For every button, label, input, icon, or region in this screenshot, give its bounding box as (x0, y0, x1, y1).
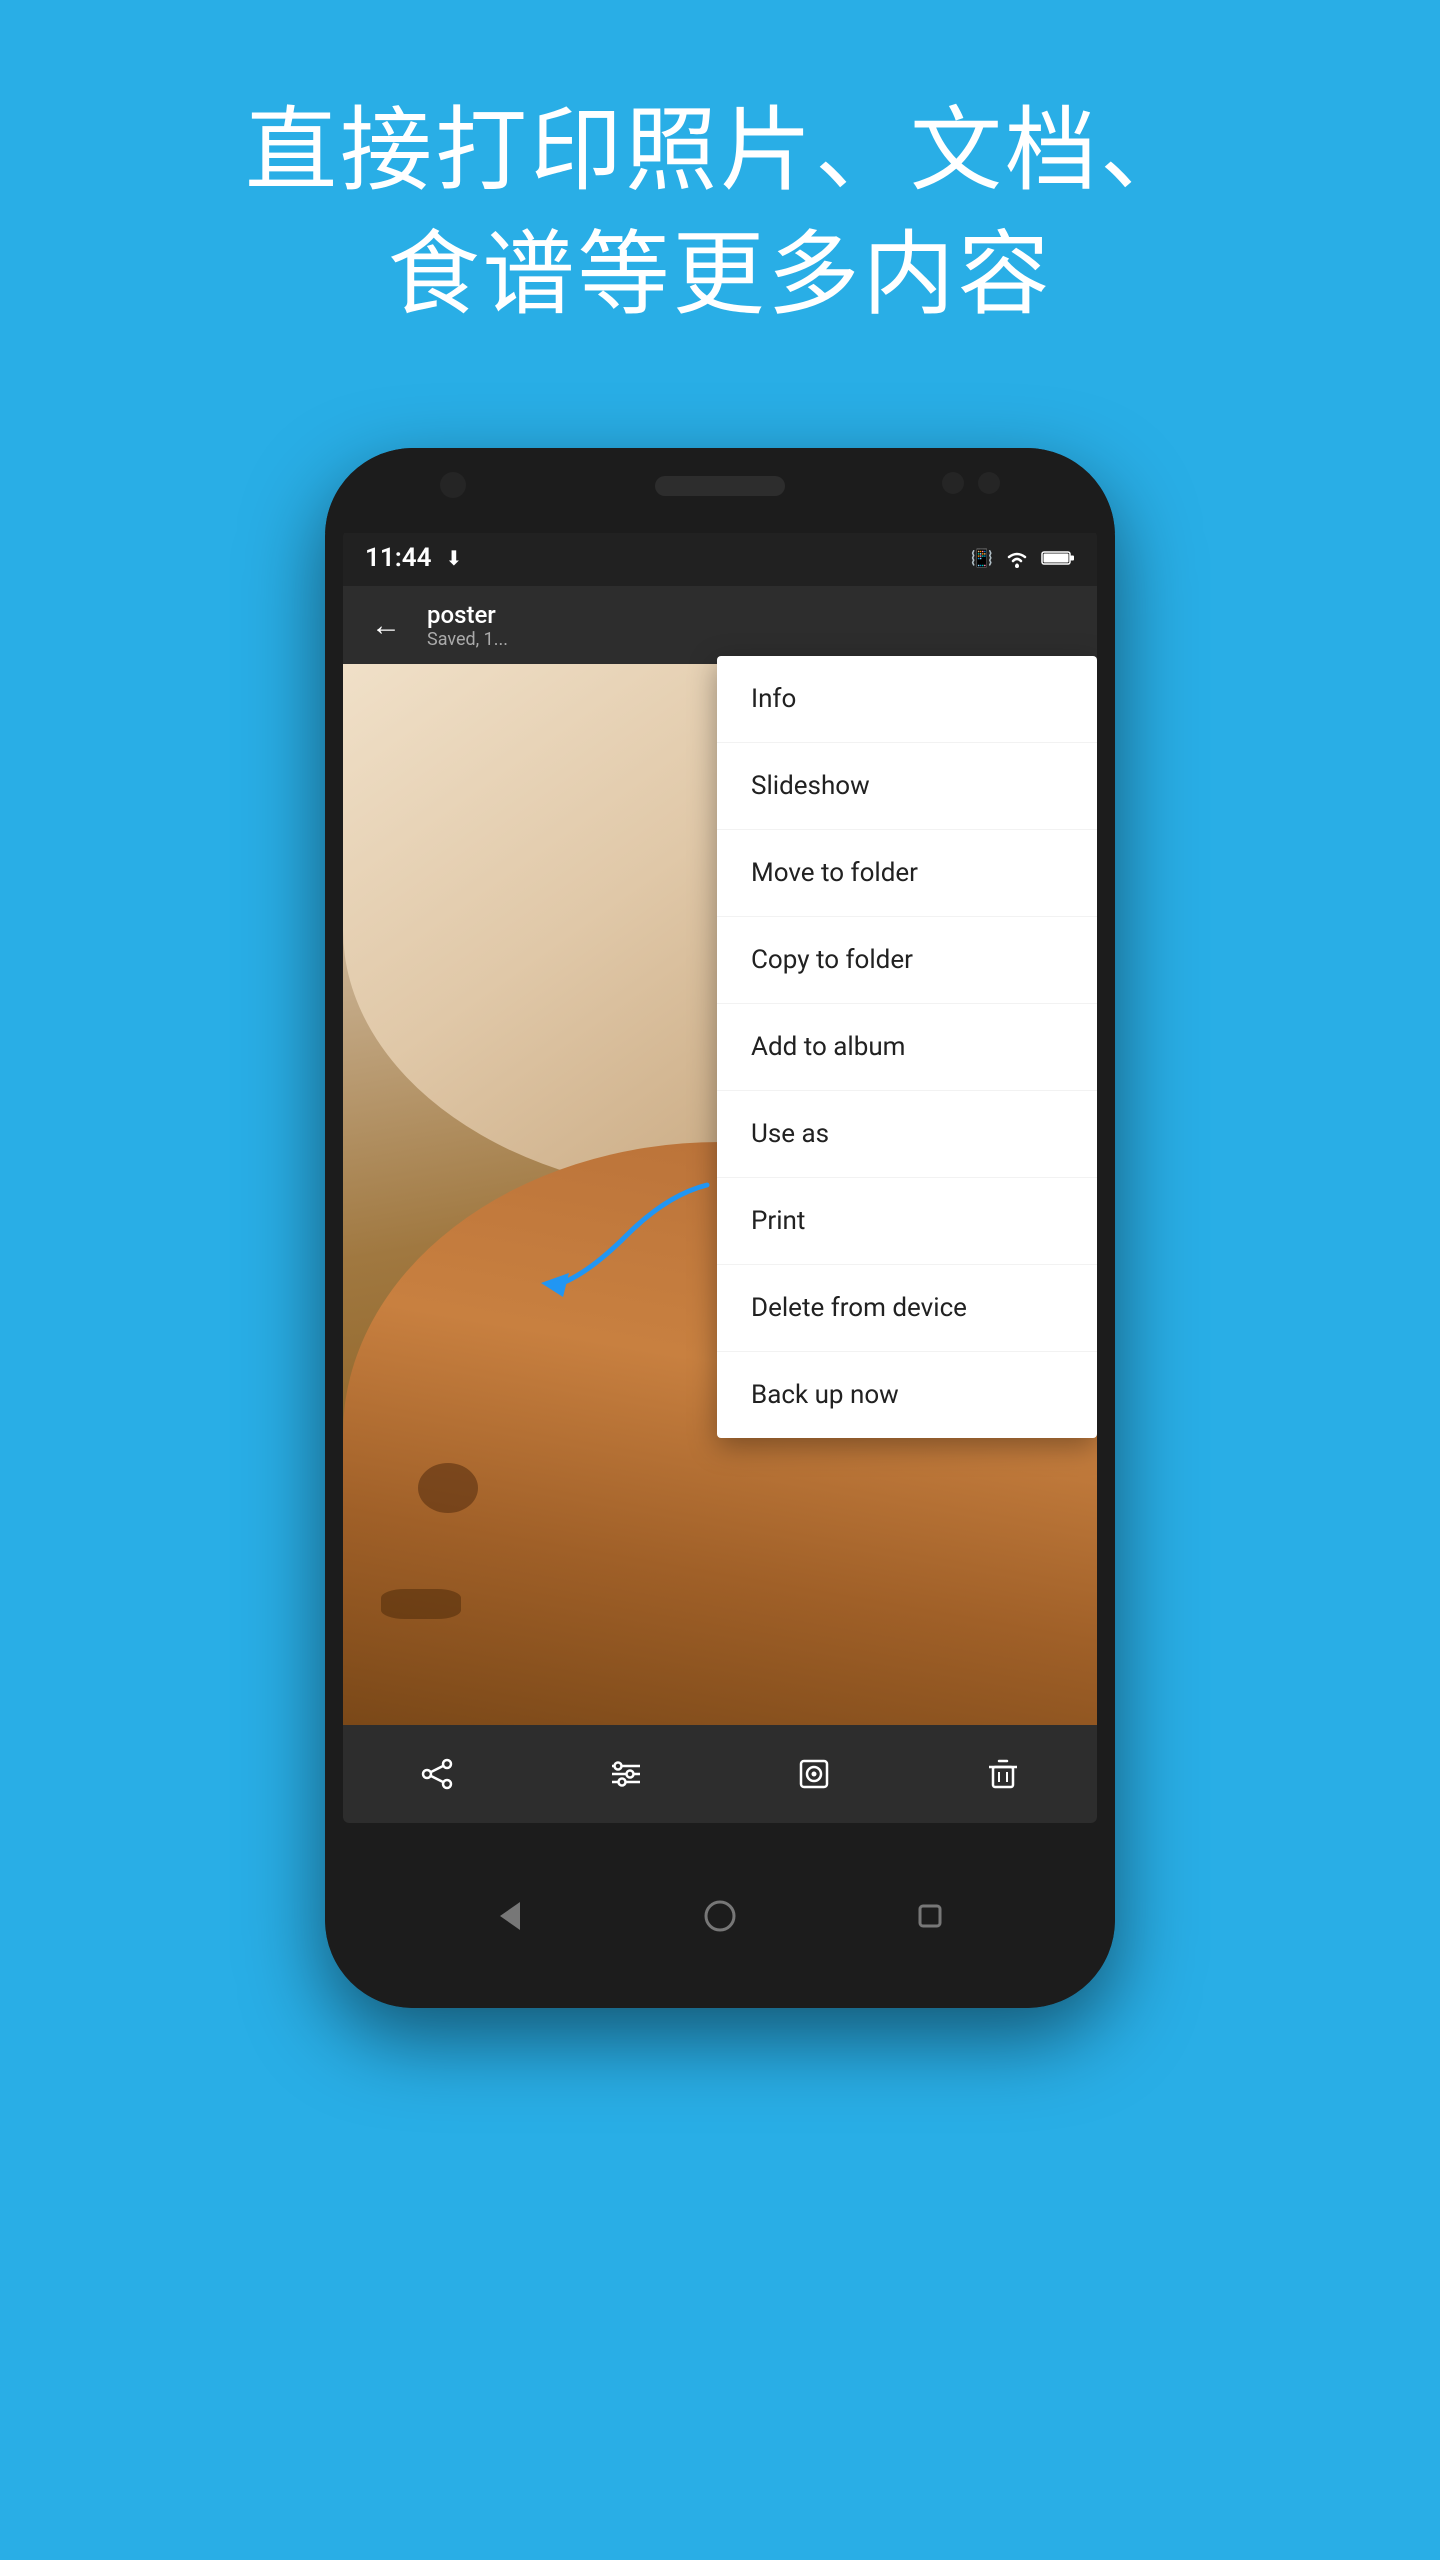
menu-item-add-to-album[interactable]: Add to album (717, 1004, 1097, 1091)
menu-item-use-as[interactable]: Use as (717, 1091, 1097, 1178)
share-icon[interactable] (419, 1756, 455, 1792)
copy-icon[interactable] (796, 1756, 832, 1792)
menu-item-delete-from-device[interactable]: Delete from device (717, 1265, 1097, 1352)
app-toolbar: ← poster Saved, 1... (343, 586, 1097, 664)
delete-icon[interactable] (985, 1756, 1021, 1792)
phone-dot-1 (942, 472, 964, 494)
phone-container: 11:44 ⬇ 📳 (325, 448, 1115, 2008)
menu-item-info[interactable]: Info (717, 656, 1097, 743)
toolbar-title-group: poster Saved, 1... (427, 601, 508, 650)
toolbar-title-main: poster (427, 601, 508, 629)
wifi-icon (1003, 547, 1031, 569)
menu-item-move-to-folder[interactable]: Move to folder (717, 830, 1097, 917)
vibrate-icon: 📳 (971, 548, 993, 569)
battery-icon (1041, 549, 1075, 567)
menu-item-copy-to-folder[interactable]: Copy to folder (717, 917, 1097, 1004)
toolbar-title-sub: Saved, 1... (427, 629, 508, 650)
status-icons: 📳 (971, 547, 1075, 569)
page-background: 直接打印照片、文档、 食谱等更多内容 (0, 0, 1440, 2560)
phone-top (325, 448, 1115, 533)
adjust-icon[interactable] (608, 1756, 644, 1792)
nav-recents-icon[interactable] (912, 1898, 948, 1934)
back-button[interactable]: ← (361, 602, 411, 649)
header-text: 直接打印照片、文档、 食谱等更多内容 (245, 90, 1195, 338)
photo-dog-detail2 (381, 1589, 461, 1619)
phone-bottom (325, 1823, 1115, 2008)
phone-speaker (655, 476, 785, 496)
context-menu: Info Slideshow Move to folder Copy to fo… (717, 656, 1097, 1438)
download-icon: ⬇ (446, 546, 463, 570)
menu-item-back-up-now[interactable]: Back up now (717, 1352, 1097, 1438)
header-line1: 直接打印照片、文档、 (245, 90, 1195, 214)
status-bar: 11:44 ⬇ 📳 (343, 530, 1097, 586)
phone-dot-2 (978, 472, 1000, 494)
phone-shell: 11:44 ⬇ 📳 (325, 448, 1115, 2008)
header-line2: 食谱等更多内容 (245, 214, 1195, 338)
menu-item-slideshow[interactable]: Slideshow (717, 743, 1097, 830)
nav-back-icon[interactable] (492, 1898, 528, 1934)
bottom-toolbar (343, 1725, 1097, 1823)
phone-camera (440, 472, 466, 498)
phone-dots (942, 472, 1000, 494)
nav-home-icon[interactable] (702, 1898, 738, 1934)
status-time: 11:44 (365, 543, 432, 573)
phone-screen: 11:44 ⬇ 📳 (343, 530, 1097, 1823)
menu-item-print[interactable]: Print (717, 1178, 1097, 1265)
